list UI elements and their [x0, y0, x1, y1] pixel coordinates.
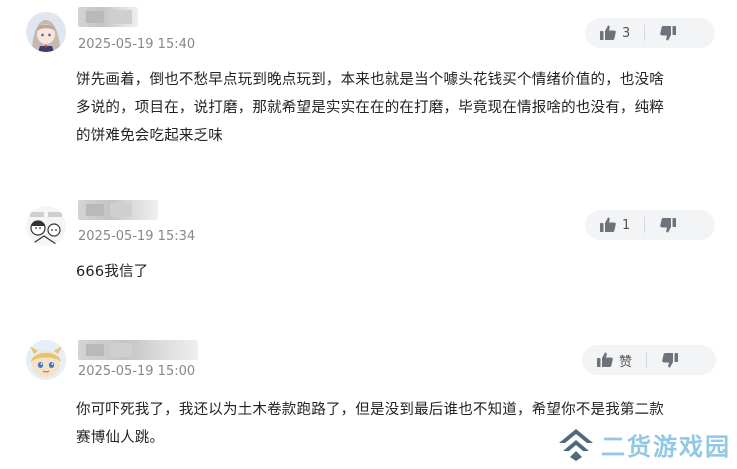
vote-divider [644, 25, 646, 41]
comment-text-line: 你可吓死我了，我还以为土木卷款跑路了，但是没到最后谁也不知道，希望你不是我第二款 [76, 402, 664, 418]
like-count: 3 [622, 25, 631, 41]
anime-girl-avatar-icon [26, 12, 66, 52]
dislike-button[interactable] [659, 24, 677, 42]
vote-bar: 3 [585, 18, 715, 48]
thumbs-down-icon [660, 26, 677, 41]
like-button[interactable]: 赞 [596, 351, 632, 370]
comment-timestamp: 2025-05-19 15:34 [78, 229, 196, 244]
comment-text-line: 饼先画着，倒也不愁早点玩到晚点玩到，本来也就是当个噱头花钱买个情绪价值的，也没啥 [76, 72, 664, 88]
comment-text-line: 的饼难免会吃起来乏味 [76, 128, 223, 144]
vote-divider [644, 217, 646, 233]
comic-sketch-avatar-icon [26, 206, 66, 246]
username-redacted [78, 340, 198, 360]
dislike-button[interactable] [659, 216, 677, 234]
dislike-button[interactable] [661, 351, 679, 369]
like-button[interactable]: 1 [599, 216, 630, 234]
like-button[interactable]: 3 [599, 24, 630, 42]
thumbs-up-icon [597, 352, 613, 367]
username-redacted [78, 200, 158, 220]
vote-divider [646, 352, 648, 368]
thumbs-up-icon [600, 25, 616, 40]
watermark-text: 二货游戏园 [601, 432, 731, 461]
like-count: 1 [622, 217, 631, 233]
avatar[interactable] [26, 12, 66, 52]
comment-timestamp: 2025-05-19 15:40 [78, 37, 196, 52]
comment-text-line: 多说的，项目在，说打磨，那就希望是实实在在的在打磨，毕竟现在情报啥的也没有，纯粹 [76, 100, 664, 116]
comment-timestamp: 2025-05-19 15:00 [78, 364, 196, 379]
thumbs-down-icon [662, 353, 679, 368]
watermark: 二货游戏园 [557, 425, 735, 463]
avatar[interactable] [26, 340, 66, 380]
vote-bar: 赞 [582, 345, 716, 375]
comment-text: 饼先画着，倒也不愁早点玩到晚点玩到，本来也就是当个噱头花钱买个情绪价值的，也没啥… [76, 66, 716, 150]
avatar[interactable] [26, 206, 66, 246]
thumbs-down-icon [660, 218, 677, 233]
site-logo-icon [559, 429, 593, 461]
comment-text: 666我信了 [76, 258, 716, 286]
like-label: 赞 [619, 354, 633, 370]
username-redacted [78, 7, 138, 27]
thumbs-up-icon [600, 217, 616, 232]
comment-text-line: 666我信了 [76, 264, 149, 280]
chibi-character-avatar-icon [26, 340, 66, 380]
vote-bar: 1 [585, 210, 715, 240]
